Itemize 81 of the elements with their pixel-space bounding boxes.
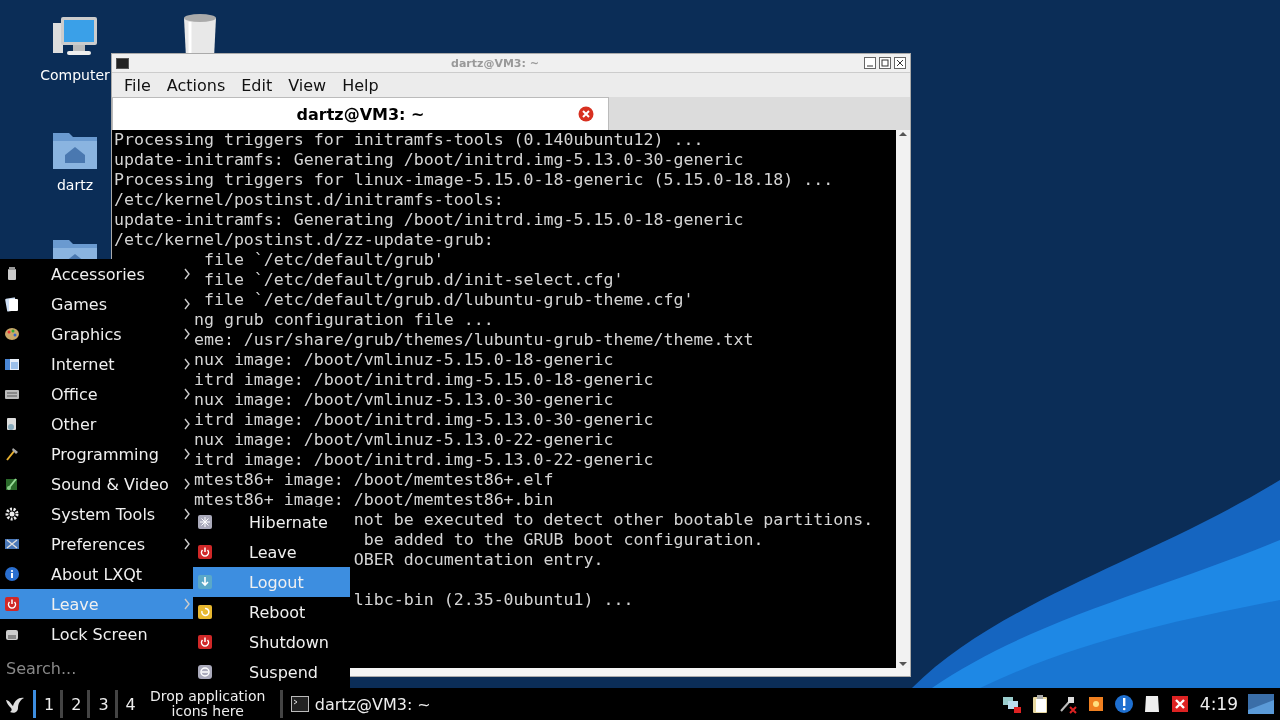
tool-icon[interactable] bbox=[1057, 694, 1078, 714]
menu-item[interactable]: Shutdown bbox=[193, 627, 350, 657]
minimize-button[interactable] bbox=[864, 57, 876, 69]
hammer-icon bbox=[4, 446, 20, 462]
close-icon[interactable] bbox=[1169, 694, 1190, 714]
terminal-line: file `/etc/default/grub.d/lubuntu-grub-theme.cfg' bbox=[202, 290, 694, 310]
terminal-line: OBER documentation entry. bbox=[353, 550, 604, 570]
terminal-line: be added to the GRUB boot configuration. bbox=[362, 530, 764, 550]
terminal-line: update-initramfs: Generating /boot/initrd.img-5.15.0-18-generic bbox=[114, 210, 744, 230]
terminal-line: update-initramfs: Generating /boot/initrd.img-5.13.0-30-generic bbox=[114, 150, 744, 170]
menu-item[interactable]: Other bbox=[0, 409, 193, 439]
terminal-line: file `/etc/default/grub.d/init-select.cfg' bbox=[202, 270, 624, 290]
power-icon bbox=[4, 596, 20, 612]
logout-icon bbox=[197, 574, 213, 590]
clock[interactable]: 4:19 bbox=[1199, 694, 1238, 714]
launcher-hint: Drop application icons here bbox=[149, 689, 267, 719]
terminal-line: /etc/kernel/postinst.d/initramfs-tools: bbox=[114, 190, 504, 210]
menu-item[interactable]: Office bbox=[0, 379, 193, 409]
terminal-icon bbox=[116, 57, 129, 69]
task-button[interactable]: dartz@VM3: ~ bbox=[282, 688, 439, 720]
menu-item[interactable]: Games bbox=[0, 289, 193, 319]
terminal-line: ng grub configuration file ... bbox=[193, 310, 494, 330]
terminal-line: mtest86+ image: /boot/memtest86+.elf bbox=[193, 470, 554, 490]
icon-label: dartz bbox=[56, 177, 94, 193]
scrollbar[interactable] bbox=[896, 130, 910, 668]
terminal-line: mtest86+ image: /boot/memtest86+.bin bbox=[193, 490, 554, 510]
menu-item[interactable]: Sound & Video bbox=[0, 469, 193, 499]
menu-item[interactable]: Hibernate bbox=[193, 507, 350, 537]
terminal-line: itrd image: /boot/initrd.img-5.13.0-22-generic bbox=[193, 450, 654, 470]
menu-item[interactable]: View bbox=[280, 75, 335, 95]
menu-item[interactable]: System Tools bbox=[0, 499, 193, 529]
snowflake-icon bbox=[197, 514, 213, 530]
terminal-line: libc-bin (2.35-0ubuntu1) ... bbox=[353, 590, 634, 610]
desktop-switch[interactable]: 4 bbox=[114, 690, 142, 718]
terminal-line: /etc/kernel/postinst.d/zz-update-grub: bbox=[114, 230, 494, 250]
terminal-line: itrd image: /boot/initrd.img-5.13.0-30-generic bbox=[193, 410, 654, 430]
terminal-line: nux image: /boot/vmlinuz-5.13.0-30-generic bbox=[193, 390, 614, 410]
reboot-icon bbox=[197, 604, 213, 620]
desktop-switch[interactable]: 1 bbox=[33, 690, 61, 718]
terminal-line: nux image: /boot/vmlinuz-5.15.0-18-generic bbox=[193, 350, 614, 370]
gear-icon bbox=[4, 506, 20, 522]
desktop-switch[interactable]: 2 bbox=[60, 690, 88, 718]
tools-icon bbox=[4, 536, 20, 552]
terminal-line: nux image: /boot/vmlinuz-5.13.0-22-generic bbox=[193, 430, 614, 450]
terminal-line: not be executed to detect other bootable partitions. bbox=[353, 510, 874, 530]
menu-item[interactable]: File bbox=[116, 75, 159, 95]
menu-item[interactable]: Lock Screen bbox=[0, 619, 193, 649]
menu-item[interactable]: Leave bbox=[193, 537, 350, 567]
cards-icon bbox=[4, 296, 20, 312]
suspend-icon bbox=[197, 664, 213, 680]
menu-item[interactable]: About LXQt bbox=[0, 559, 193, 589]
menu-item[interactable]: Accessories bbox=[0, 259, 193, 289]
menu-item[interactable]: Internet bbox=[0, 349, 193, 379]
power-icon bbox=[197, 634, 213, 650]
maximize-button[interactable] bbox=[879, 57, 891, 69]
browser-window-icon bbox=[4, 356, 20, 372]
menu-item[interactable]: Suspend bbox=[193, 657, 350, 687]
menu-item[interactable]: Reboot bbox=[193, 597, 350, 627]
window-title: dartz@VM3: ~ bbox=[450, 56, 540, 70]
info-icon bbox=[4, 566, 20, 582]
terminal-icon bbox=[290, 696, 309, 712]
terminal-tab[interactable]: dartz@VM3: ~ bbox=[112, 97, 609, 130]
alert-icon[interactable] bbox=[1113, 694, 1134, 714]
menu-item[interactable]: Help bbox=[334, 75, 387, 95]
music-icon bbox=[4, 476, 20, 492]
menu-item[interactable]: Preferences bbox=[0, 529, 193, 559]
terminal-line: eme: /usr/share/grub/themes/lubuntu-grub-theme/theme.txt bbox=[193, 330, 754, 350]
menu-item[interactable]: Graphics bbox=[0, 319, 193, 349]
palette-icon bbox=[4, 326, 20, 342]
terminal-line: file `/etc/default/grub' bbox=[202, 250, 444, 270]
desktop-switch[interactable]: 3 bbox=[87, 690, 115, 718]
terminal-line: Processing triggers for linux-image-5.15.0-18-generic (5.15.0-18.18) ... bbox=[114, 170, 834, 190]
power-icon bbox=[197, 544, 213, 560]
menu-item[interactable]: Actions bbox=[158, 75, 234, 95]
network-icon[interactable] bbox=[1001, 694, 1022, 714]
terminal-line: itrd image: /boot/initrd.img-5.15.0-18-generic bbox=[193, 370, 654, 390]
close-button[interactable] bbox=[894, 57, 906, 69]
terminal-line: Processing triggers for initramfs-tools (0.140ubuntu12) ... bbox=[114, 130, 704, 150]
icon-label: Computer bbox=[40, 67, 110, 83]
menu-item[interactable]: Programming bbox=[0, 439, 193, 469]
menu-item[interactable]: Edit bbox=[233, 75, 281, 95]
